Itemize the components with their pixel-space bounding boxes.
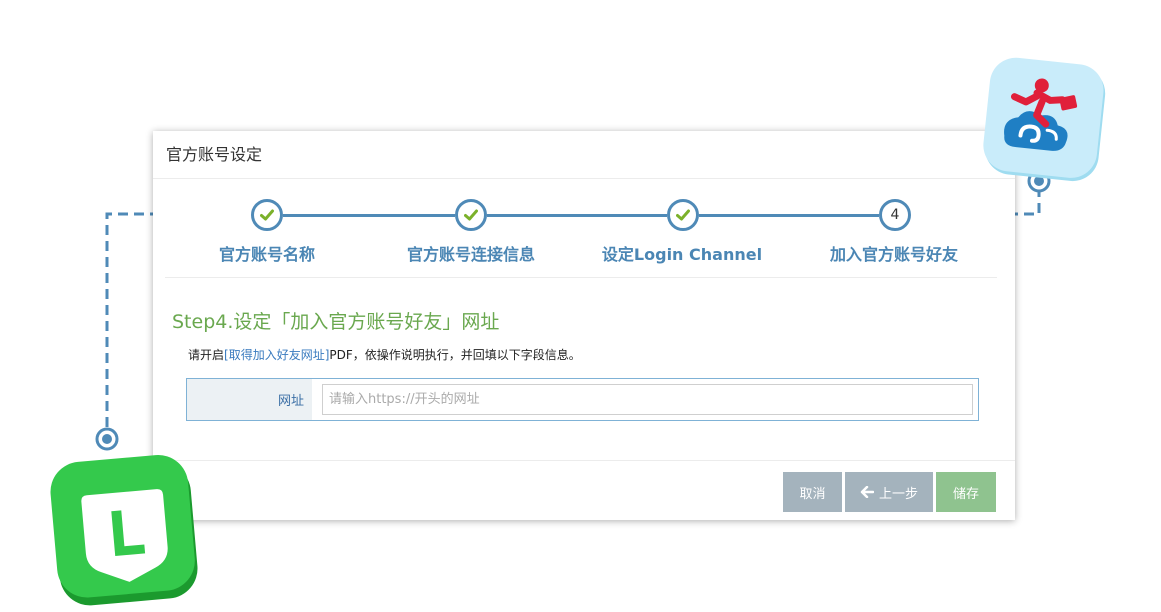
check-icon [464, 209, 478, 221]
step-4-label: 加入官方账号好友 [829, 245, 958, 264]
step-3-indicator [667, 199, 699, 231]
step-3-label: 设定Login Channel [601, 245, 763, 264]
instruction-prefix: 请开启 [188, 348, 225, 362]
step-4-number: 4 [890, 207, 900, 223]
step-2-indicator [455, 199, 487, 231]
step-connector-1 [283, 214, 455, 217]
step-4-indicator: 4 [879, 199, 911, 231]
instruction-suffix: PDF，依操作说明执行，并回填以下字段信息。 [329, 348, 581, 362]
title-divider [153, 178, 1015, 179]
check-icon [260, 209, 274, 221]
save-button-label: 储存 [952, 486, 979, 502]
step-1-label: 官方账号名称 [218, 245, 315, 264]
step-connector-3 [699, 214, 879, 217]
settings-dialog: 官方账号设定 4 官方账号名称 官方账号连接信息 设定Login Channel… [153, 131, 1015, 520]
cancel-button-label: 取消 [799, 486, 826, 502]
footer-divider [153, 460, 1015, 461]
get-friend-url-link[interactable]: [取得加入好友网址] [224, 348, 329, 362]
previous-step-button[interactable]: 上一步 [845, 472, 933, 512]
dialog-title: 官方账号设定 [166, 145, 263, 164]
line-l-shield-icon [50, 455, 198, 606]
check-icon [676, 209, 690, 221]
stepper-divider [165, 277, 997, 278]
arrow-left-icon [860, 486, 874, 498]
previous-step-button-label: 上一步 [878, 486, 918, 502]
step-heading: Step4.设定「加入官方账号好友」网址 [172, 311, 500, 333]
instruction-text: 请开启[取得加入好友网址]PDF，依操作说明执行，并回填以下字段信息。 [188, 346, 581, 363]
cancel-button[interactable]: 取消 [783, 472, 842, 512]
mascot-cloud-runner-icon [983, 57, 1106, 182]
save-button[interactable]: 储存 [936, 472, 996, 512]
url-form-row: 网址 [186, 378, 979, 421]
url-label: 网址 [187, 379, 312, 420]
step-connector-2 [487, 214, 667, 217]
step-1-indicator [251, 199, 283, 231]
url-input[interactable] [322, 384, 973, 415]
step-2-label: 官方账号连接信息 [406, 245, 535, 264]
